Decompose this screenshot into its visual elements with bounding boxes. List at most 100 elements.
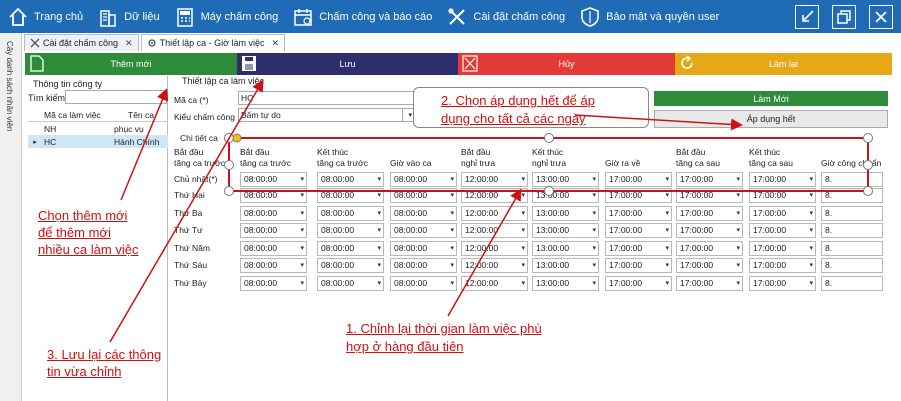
chevron-down-icon[interactable]: ▾ [809,207,813,220]
chevron-down-icon[interactable]: ▾ [450,224,454,237]
table-row[interactable]: NH phục vụ [28,122,168,135]
minimize-button[interactable] [795,5,819,29]
chevron-down-icon[interactable]: ▾ [665,189,669,202]
reset-button[interactable]: Làm lại [675,53,892,75]
menu-device[interactable]: Máy chấm công [167,0,286,33]
time-picker[interactable]: 17:00:00 ▾ [676,223,743,238]
time-picker[interactable]: 17:00:00 ▾ [749,206,816,221]
time-picker[interactable]: 17:00:00 ▾ [676,241,743,256]
time-picker[interactable]: 08:00:00 ▾ [390,241,457,256]
chevron-down-icon[interactable]: ▾ [300,189,304,202]
chevron-down-icon[interactable]: ▾ [300,259,304,272]
chevron-down-icon[interactable]: ▾ [300,242,304,255]
time-picker[interactable]: 08:00:00 ▾ [317,188,384,203]
chevron-down-icon[interactable]: ▾ [377,224,381,237]
time-picker[interactable]: 08:00:00 ▾ [390,258,457,273]
time-picker[interactable]: 17:00:00 ▾ [749,258,816,273]
chevron-down-icon[interactable]: ▾ [377,173,381,186]
time-picker[interactable]: 08:00:00 ▾ [317,172,384,187]
time-picker[interactable]: 08:00:00 ▾ [240,223,307,238]
time-picker[interactable]: 12:00:00 ▾ [461,188,528,203]
time-picker[interactable]: 17:00:00 ▾ [676,206,743,221]
chevron-down-icon[interactable]: ▾ [809,242,813,255]
tab-attendance-settings[interactable]: Cài đặt chấm công ✕ [24,34,139,51]
time-picker[interactable]: 12:00:00 ▾ [461,206,528,221]
apply-all-button[interactable]: Áp dụng hết [654,110,888,128]
chevron-down-icon[interactable]: ▾ [736,242,740,255]
chevron-down-icon[interactable]: ▾ [450,242,454,255]
time-picker[interactable]: 17:00:00 ▾ [676,172,743,187]
chevron-down-icon[interactable]: ▾ [592,189,596,202]
standard-hours-input[interactable]: 8. [821,258,883,273]
time-picker[interactable]: 08:00:00 ▾ [390,223,457,238]
tab-close-icon[interactable]: ✕ [125,38,133,49]
time-picker[interactable]: 17:00:00 ▾ [749,188,816,203]
standard-hours-input[interactable]: 8. [821,241,883,256]
time-picker[interactable]: 12:00:00 ▾ [461,241,528,256]
chevron-down-icon[interactable]: ▾ [300,173,304,186]
time-picker[interactable]: 17:00:00 ▾ [605,206,672,221]
menu-home[interactable]: Trang chủ [0,0,90,33]
chevron-down-icon[interactable]: ▾ [592,242,596,255]
chevron-down-icon[interactable]: ▾ [592,173,596,186]
time-picker[interactable]: 13:00:00 ▾ [532,276,599,291]
chevron-down-icon[interactable]: ▾ [521,242,525,255]
chevron-down-icon[interactable]: ▾ [736,189,740,202]
time-picker[interactable]: 08:00:00 ▾ [240,172,307,187]
chevron-down-icon[interactable]: ▾ [377,242,381,255]
search-input[interactable] [65,90,167,104]
chevron-down-icon[interactable]: ▾ [450,277,454,290]
chevron-down-icon[interactable]: ▾ [736,277,740,290]
chevron-down-icon[interactable]: ▾ [377,259,381,272]
time-picker[interactable]: 17:00:00 ▾ [749,241,816,256]
chevron-down-icon[interactable]: ▾ [809,189,813,202]
time-picker[interactable]: 17:00:00 ▾ [749,223,816,238]
chevron-down-icon[interactable]: ▾ [665,259,669,272]
time-picker[interactable]: 17:00:00 ▾ [676,188,743,203]
standard-hours-input[interactable]: 8. [821,223,883,238]
chevron-down-icon[interactable]: ▾ [665,242,669,255]
time-picker[interactable]: 08:00:00 ▾ [390,172,457,187]
save-button[interactable]: Lưu [237,53,458,75]
time-picker[interactable]: 17:00:00 ▾ [605,241,672,256]
time-picker[interactable]: 13:00:00 ▾ [532,206,599,221]
time-picker[interactable]: 13:00:00 ▾ [532,258,599,273]
chevron-down-icon[interactable]: ▾ [736,259,740,272]
time-picker[interactable]: 08:00:00 ▾ [390,276,457,291]
chevron-down-icon[interactable]: ▾ [592,259,596,272]
time-picker[interactable]: 12:00:00 ▾ [461,258,528,273]
standard-hours-input[interactable]: 8. [821,172,883,187]
chevron-down-icon[interactable]: ▾ [450,173,454,186]
chevron-down-icon[interactable]: ▾ [521,207,525,220]
close-button[interactable] [869,5,893,29]
chevron-down-icon[interactable]: ▾ [736,224,740,237]
time-picker[interactable]: 13:00:00 ▾ [532,172,599,187]
time-picker[interactable]: 13:00:00 ▾ [532,241,599,256]
tab-close-icon[interactable]: ✕ [272,38,280,49]
chevron-down-icon[interactable]: ▾ [521,189,525,202]
time-picker[interactable]: 08:00:00 ▾ [390,206,457,221]
chevron-down-icon[interactable]: ▾ [521,173,525,186]
chevron-down-icon[interactable]: ▾ [300,207,304,220]
add-button[interactable]: Thêm mới [25,53,237,75]
time-picker[interactable]: 08:00:00 ▾ [240,276,307,291]
time-picker[interactable]: 08:00:00 ▾ [317,276,384,291]
cancel-button[interactable]: Hủy [458,53,675,75]
chevron-down-icon[interactable]: ▾ [377,277,381,290]
chevron-down-icon[interactable]: ▾ [736,207,740,220]
time-picker[interactable]: 17:00:00 ▾ [676,258,743,273]
time-picker[interactable]: 12:00:00 ▾ [461,276,528,291]
time-picker[interactable]: 17:00:00 ▾ [605,258,672,273]
menu-security[interactable]: Bảo mật và quyền user [572,0,726,33]
chevron-down-icon[interactable]: ▾ [809,277,813,290]
tab-shift-setup[interactable]: Thiết lập ca - Giờ làm việc ✕ [140,34,286,51]
chevron-down-icon[interactable]: ▾ [665,207,669,220]
time-picker[interactable]: 17:00:00 ▾ [676,276,743,291]
chevron-down-icon[interactable]: ▾ [450,259,454,272]
mode-select[interactable]: Bấm tự do [238,108,411,122]
chevron-down-icon[interactable]: ▾ [665,224,669,237]
chevron-down-icon[interactable]: ▾ [665,277,669,290]
menu-report[interactable]: Chấm công và báo cáo [285,0,439,33]
time-picker[interactable]: 08:00:00 ▾ [317,258,384,273]
chevron-down-icon[interactable]: ▾ [592,277,596,290]
